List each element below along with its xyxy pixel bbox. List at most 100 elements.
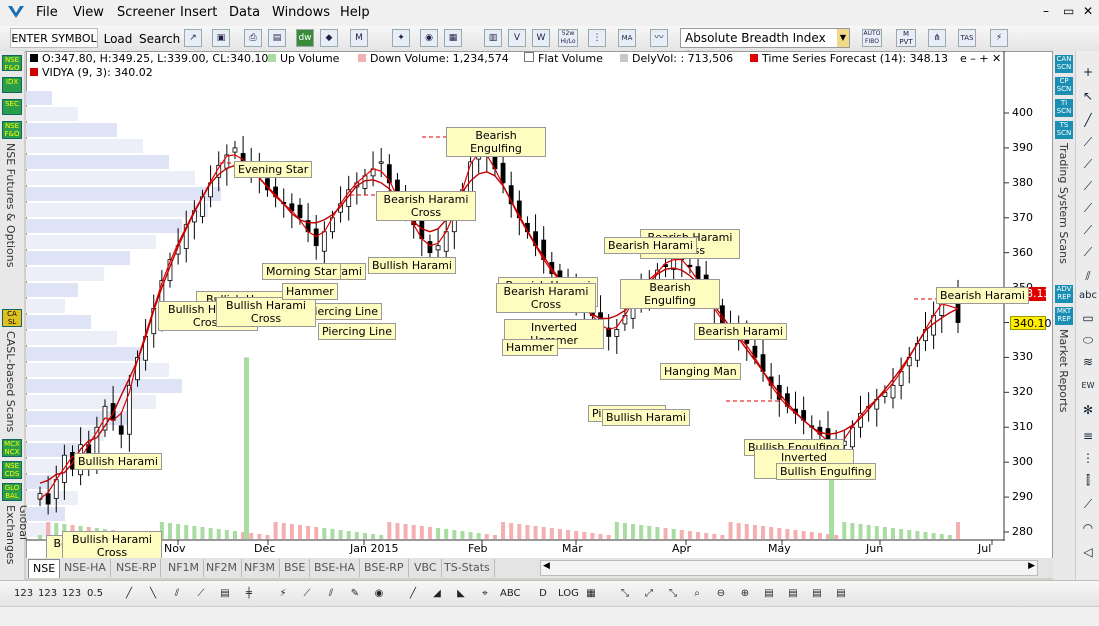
pattern-label[interactable]: Bullish Harami Cross bbox=[216, 297, 316, 327]
bottom-tool-icon[interactable]: ⫽ bbox=[322, 585, 340, 603]
bottom-tool-icon[interactable]: ▤ bbox=[784, 585, 802, 603]
bottom-tool-icon[interactable]: ◣ bbox=[452, 585, 470, 603]
enter-symbol-button[interactable]: ENTER SYMBOL bbox=[10, 28, 98, 48]
pattern-label[interactable]: Evening Star bbox=[234, 161, 313, 178]
mkt-rep-tab-button[interactable]: MKT REP bbox=[1055, 307, 1073, 325]
nse-fo-tab-button[interactable]: NSE F&O bbox=[2, 55, 22, 72]
fibo-icon[interactable]: ≋ bbox=[1079, 353, 1097, 371]
pattern-label[interactable]: Bullish Harami Cross bbox=[62, 531, 162, 561]
bottom-tool-icon[interactable]: ▤ bbox=[216, 585, 234, 603]
bottom-tool-icon[interactable]: ⌕ bbox=[688, 585, 706, 603]
speed-icon[interactable]: ⫿ bbox=[1079, 471, 1097, 489]
levels-icon[interactable]: ≡ bbox=[1079, 427, 1097, 445]
load-button[interactable]: Load bbox=[100, 28, 136, 48]
pattern-label[interactable]: Bullish Harami bbox=[368, 257, 456, 274]
menu-insert[interactable]: Insert bbox=[180, 5, 217, 20]
idx-tab-button[interactable]: IDX bbox=[2, 77, 22, 93]
bottom-tool-icon[interactable]: ⟋ bbox=[192, 585, 210, 603]
nse-fo-tab-button-2[interactable]: NSE F&O bbox=[2, 121, 22, 139]
close-button[interactable]: ✕ bbox=[1083, 4, 1093, 18]
pattern-label[interactable]: Bearish Engulfing bbox=[446, 127, 546, 157]
52w-hilo-icon[interactable]: 52w Hi/Lo bbox=[558, 29, 578, 47]
bottom-tool-icon[interactable]: 123 bbox=[14, 585, 33, 603]
legend-controls[interactable]: e – + ✕ bbox=[960, 52, 1001, 65]
print-icon[interactable]: ⎙ bbox=[244, 29, 262, 47]
mcx-ncx-tab-button[interactable]: MCX NCX bbox=[2, 439, 22, 457]
bottom-tool-icon[interactable]: ⊕ bbox=[736, 585, 754, 603]
market-reports-label[interactable]: Market Reports bbox=[1057, 329, 1070, 413]
adv-rep-tab-button[interactable]: ADV REP bbox=[1055, 285, 1073, 303]
volume-bars-icon[interactable]: ▥ bbox=[484, 29, 502, 47]
sl-line4-icon[interactable]: ⟋ bbox=[1079, 199, 1097, 217]
menu-help[interactable]: Help bbox=[340, 5, 370, 20]
menu-screener[interactable]: Screener bbox=[117, 5, 175, 20]
bottom-tool-icon[interactable]: ⤢ bbox=[640, 585, 658, 603]
chart-type-icon[interactable]: ↗ bbox=[184, 29, 202, 47]
scroll-right-icon[interactable]: ▶ bbox=[1028, 561, 1035, 571]
pattern-label[interactable]: Bullish Engulfing bbox=[776, 463, 876, 480]
vwap-icon[interactable]: W bbox=[532, 29, 550, 47]
text-tool-icon[interactable]: abc bbox=[1079, 287, 1097, 305]
bottom-tool-icon[interactable]: ⌖ bbox=[476, 585, 494, 603]
channel-icon[interactable]: ⫽ bbox=[1079, 267, 1097, 285]
tab-nf1m[interactable]: NF1M bbox=[164, 559, 205, 577]
casl-scans-label[interactable]: CASL-based Scans bbox=[4, 331, 17, 432]
pattern-label[interactable]: Bearish Harami Cross bbox=[376, 191, 476, 221]
bottom-tool-icon[interactable]: ╲ bbox=[144, 585, 162, 603]
pattern-label[interactable]: Hammer bbox=[502, 339, 558, 356]
tab-bse[interactable]: BSE bbox=[280, 559, 311, 577]
bottom-tool-icon[interactable]: ⤡ bbox=[664, 585, 682, 603]
tab-nf2m[interactable]: NF2M bbox=[202, 559, 243, 577]
indicator-select[interactable]: Absolute Breadth Index (ABI ▼ bbox=[680, 28, 850, 63]
back-icon[interactable]: ◁ bbox=[1079, 543, 1097, 561]
bottom-tool-icon[interactable]: ◉ bbox=[370, 585, 388, 603]
ma-icon[interactable]: MA bbox=[618, 29, 636, 47]
line-tool-icon[interactable]: ╱ bbox=[1079, 111, 1097, 129]
tab-nf3m[interactable]: NF3M bbox=[240, 559, 281, 577]
download-icon[interactable]: dw bbox=[296, 29, 314, 47]
pattern-label[interactable]: Bearish Engulfing bbox=[620, 279, 720, 309]
bottom-tool-icon[interactable]: ▤ bbox=[808, 585, 826, 603]
pointer-icon[interactable]: ↖ bbox=[1079, 87, 1097, 105]
trend-icon[interactable]: 〰 bbox=[650, 29, 668, 47]
tab-bse-ha[interactable]: BSE-HA bbox=[310, 559, 361, 577]
bottom-tool-icon[interactable]: ▤ bbox=[832, 585, 850, 603]
pattern-label[interactable]: Bearish Harami bbox=[936, 287, 1029, 304]
bottom-tool-icon[interactable]: ABC bbox=[500, 585, 521, 603]
cp-scn-tab-button[interactable]: CP SCN bbox=[1055, 77, 1073, 95]
sl-line2-icon[interactable]: ⟋ bbox=[1079, 155, 1097, 173]
note-icon[interactable]: ▭ bbox=[1079, 309, 1097, 327]
bottom-tool-icon[interactable]: ▦ bbox=[582, 585, 600, 603]
tab-bse-rp[interactable]: BSE-RP bbox=[360, 559, 409, 577]
nse-cds-tab-button[interactable]: NSE CDS bbox=[2, 461, 22, 479]
menu-windows[interactable]: Windows bbox=[272, 5, 330, 20]
pattern-label[interactable]: Bullish Harami bbox=[602, 409, 690, 426]
bottom-tool-icon[interactable]: D bbox=[534, 585, 552, 603]
bars-icon[interactable]: ⋮ bbox=[1079, 449, 1097, 467]
menu-view[interactable]: View bbox=[73, 5, 104, 20]
global-tab-button[interactable]: GLO BAL bbox=[2, 483, 22, 501]
bottom-tool-icon[interactable]: ⤡ bbox=[616, 585, 634, 603]
pattern-label[interactable]: Morning Star bbox=[262, 263, 341, 280]
chevron-down-icon[interactable]: ▼ bbox=[837, 29, 849, 47]
pattern-label[interactable]: Hanging Man bbox=[660, 363, 741, 380]
auto-fibo-icon[interactable]: AUTO FIBO bbox=[862, 29, 882, 47]
crosshair-icon[interactable]: + bbox=[1079, 63, 1097, 81]
pattern-label[interactable]: Bearish Harami Cross bbox=[496, 283, 596, 313]
pattern-label[interactable]: Piercing Line bbox=[318, 323, 396, 340]
ts-scn-tab-button[interactable]: TS SCN bbox=[1055, 121, 1073, 139]
restore-button[interactable]: ▭ bbox=[1063, 4, 1074, 18]
map-icon[interactable]: M bbox=[350, 29, 368, 47]
bottom-tool-icon[interactable]: ⚡ bbox=[274, 585, 292, 603]
sec-tab-button[interactable]: SEC bbox=[2, 99, 22, 115]
sl-line5-icon[interactable]: ⟋ bbox=[1079, 221, 1097, 239]
bottom-tool-icon[interactable]: 123 bbox=[38, 585, 57, 603]
bottom-tool-icon[interactable]: ▤ bbox=[760, 585, 778, 603]
ca-sl-tab-button[interactable]: CA SL bbox=[2, 309, 22, 327]
color-icon[interactable]: ◆ bbox=[320, 29, 338, 47]
link-icon[interactable]: ✦ bbox=[392, 29, 410, 47]
pattern-label[interactable]: Bearish Harami bbox=[694, 323, 787, 340]
sl-line3-icon[interactable]: ⟋ bbox=[1079, 177, 1097, 195]
search-button[interactable]: Search bbox=[138, 28, 180, 48]
fan-icon[interactable]: ⟋ bbox=[1079, 495, 1097, 513]
